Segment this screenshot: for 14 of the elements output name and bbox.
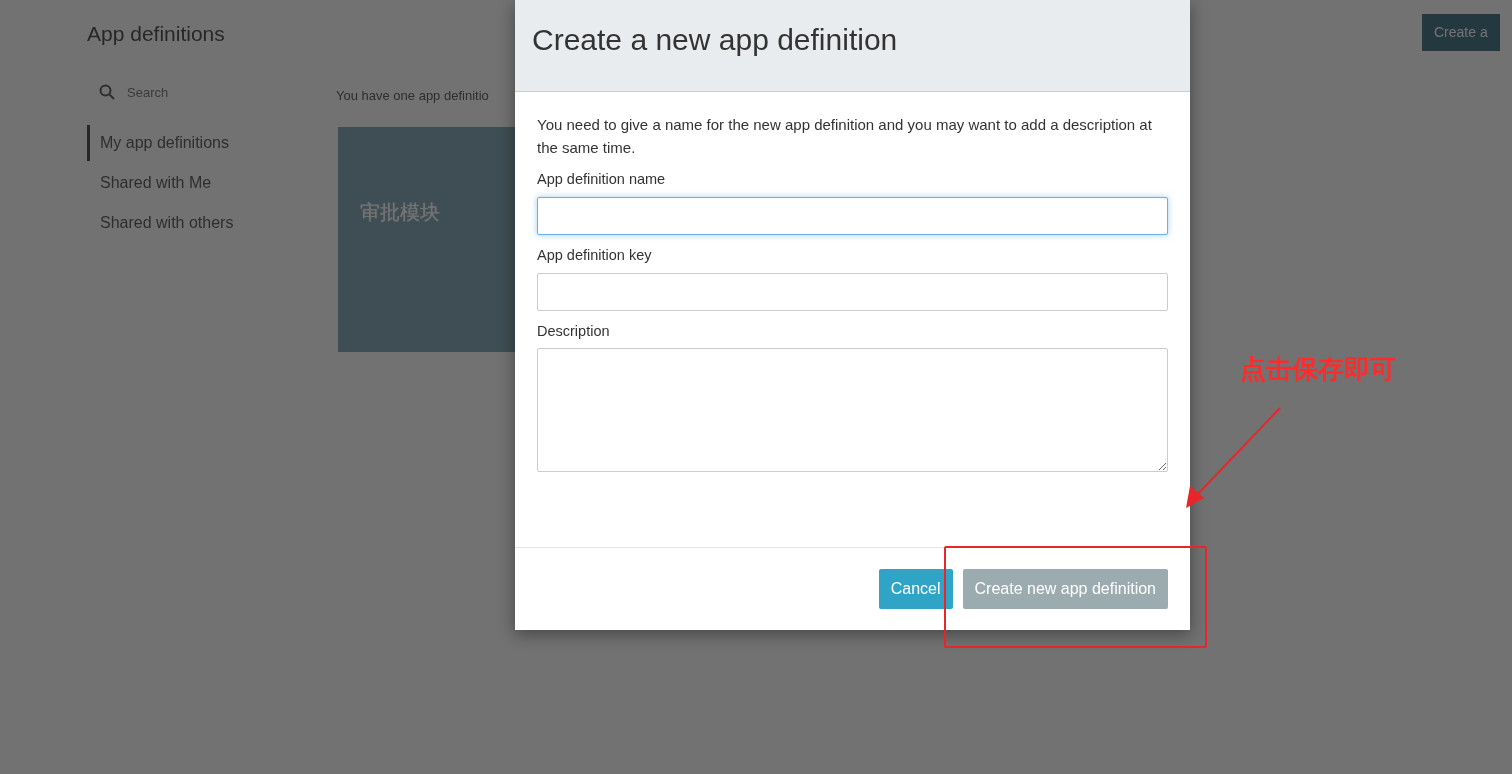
field-label: App definition key: [537, 245, 653, 265]
field-label: App definition name: [537, 170, 667, 189]
search-icon: [99, 84, 115, 101]
summary-text: You have one app definitio: [336, 87, 489, 105]
input-field[interactable]: [537, 272, 1168, 311]
annotation-text: 点击保存即可: [1240, 353, 1396, 386]
dialog-title: Create a new app definition: [532, 22, 899, 58]
input-field[interactable]: [537, 196, 1168, 235]
intro-text: You need to give a name for the new app definition and you may want to add a description at the same time.: [537, 115, 1153, 158]
text-area[interactable]: [537, 348, 1168, 473]
page-title: App definitions: [87, 21, 225, 47]
create-button[interactable]: Create a: [1422, 14, 1500, 51]
field-label: Description: [537, 321, 611, 341]
cancel-button[interactable]: Cancel: [878, 569, 953, 609]
